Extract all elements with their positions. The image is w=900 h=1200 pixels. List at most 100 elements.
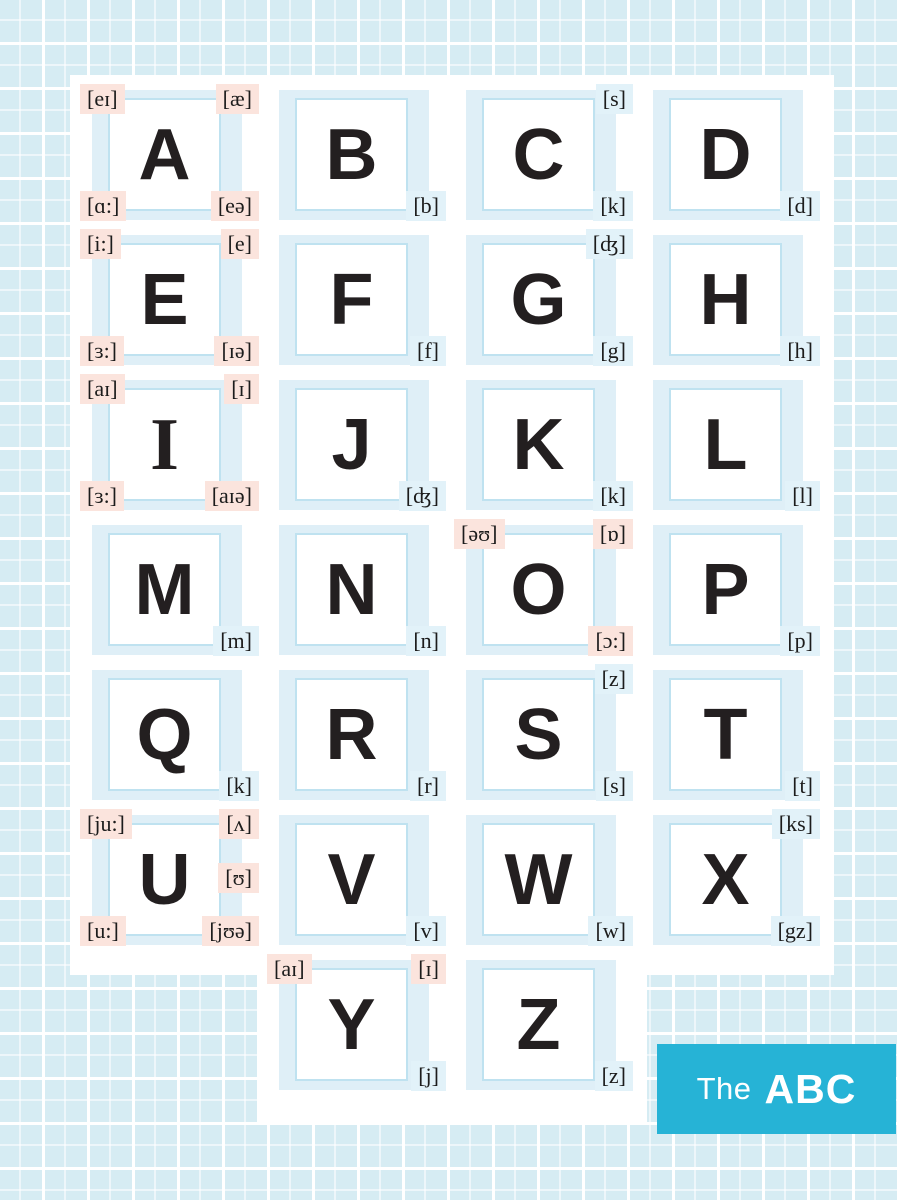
- letter-cell-w[interactable]: W [w]: [452, 807, 639, 952]
- letter-cell-y[interactable]: Y [aɪ] [ɪ] [j]: [265, 952, 452, 1097]
- phonetic-tag: [s]: [595, 770, 633, 801]
- letter-cell-g[interactable]: G [ʤ] [g]: [452, 227, 639, 372]
- phonetic-tag: [k]: [593, 190, 633, 221]
- letter-cell-o[interactable]: O [əʊ] [ɒ] [ɔ:]: [452, 517, 639, 662]
- letter-glyph: S: [514, 694, 563, 775]
- letter-cell-k[interactable]: K [k]: [452, 372, 639, 517]
- phonetic-tag: [w]: [588, 915, 633, 946]
- letter-glyph: K: [512, 404, 565, 485]
- phonetic-tag: [t]: [785, 770, 820, 801]
- letter-glyph: J: [331, 404, 372, 485]
- letter-cell-n[interactable]: N [n]: [265, 517, 452, 662]
- letter-glyph: O: [510, 549, 567, 630]
- phonetic-tag: [aɪ]: [80, 374, 125, 405]
- phonetic-tag: [r]: [410, 770, 446, 801]
- phonetic-tag: [z]: [594, 664, 633, 695]
- letter-cell-m[interactable]: M [m]: [78, 517, 265, 662]
- letter-glyph: T: [703, 694, 748, 775]
- letter-cell-x[interactable]: X [ks] [gz]: [639, 807, 826, 952]
- phonetic-tag: [j]: [411, 1060, 446, 1091]
- logo-word-abc: ABC: [764, 1065, 857, 1112]
- letter-glyph: L: [703, 404, 748, 485]
- phonetic-tag: [m]: [213, 625, 259, 656]
- letter-cell-l[interactable]: L [l]: [639, 372, 826, 517]
- phonetic-tag: [l]: [785, 480, 820, 511]
- phonetic-tag: [ɜ:]: [80, 335, 125, 366]
- letter-cell-a[interactable]: A [eɪ] [æ] [ɑ:] [eə]: [78, 82, 265, 227]
- letter-glyph: V: [327, 839, 376, 920]
- phonetic-tag: [ks]: [771, 809, 820, 840]
- letter-cell-z[interactable]: Z [z]: [452, 952, 639, 1097]
- phonetic-tag: [d]: [780, 190, 820, 221]
- letter-glyph: R: [325, 694, 378, 775]
- letter-cell-i[interactable]: I [aɪ] [ɪ] [ɜ:] [aɪə]: [78, 372, 265, 517]
- letter-glyph: E: [140, 259, 189, 340]
- letter-cell-h[interactable]: H [h]: [639, 227, 826, 372]
- alphabet-row: E [i:] [e] [ɜ:] [ɪə] F [f] G [ʤ] [g] H [h]: [78, 227, 826, 372]
- phonetic-tag: [ɪə]: [214, 335, 259, 366]
- letter-cell-c[interactable]: C [s] [k]: [452, 82, 639, 227]
- phonetic-tag: [p]: [780, 625, 820, 656]
- letter-cell-e[interactable]: E [i:] [e] [ɜ:] [ɪə]: [78, 227, 265, 372]
- alphabet-row: U [ju:] [ʌ] [ʊ] [u:] [jʊə] V [v] W [w] X [ks] [gz]: [78, 807, 826, 952]
- phonetic-tag: [aɪə]: [204, 480, 259, 511]
- letter-glyph: D: [699, 114, 752, 195]
- phonetic-tag: [aɪ]: [267, 954, 312, 985]
- phonetic-tag: [æ]: [215, 84, 259, 115]
- letter-glyph: F: [329, 259, 374, 340]
- phonetic-tag: [ɜ:]: [80, 480, 125, 511]
- phonetic-tag: [ju:]: [80, 809, 132, 840]
- phonetic-tag: [s]: [595, 84, 633, 115]
- phonetic-tag: [ɒ]: [592, 519, 633, 550]
- phonetic-tag: [k]: [593, 480, 633, 511]
- alphabet-row: Q [k] R [r] S [z] [s] T [t]: [78, 662, 826, 807]
- phonetic-tag: [ʌ]: [219, 809, 259, 840]
- letter-glyph: M: [134, 549, 195, 630]
- phonetic-tag: [g]: [593, 335, 633, 366]
- logo-word-the: The: [696, 1071, 752, 1106]
- letter-cell-b[interactable]: B [b]: [265, 82, 452, 227]
- letter-cell-p[interactable]: P [p]: [639, 517, 826, 662]
- alphabet-row: I [aɪ] [ɪ] [ɜ:] [aɪə] J [ʤ] K [k] L [l]: [78, 372, 826, 517]
- letter-cell-f[interactable]: F [f]: [265, 227, 452, 372]
- letter-cell-v[interactable]: V [v]: [265, 807, 452, 952]
- phonetic-tag: [gz]: [770, 915, 820, 946]
- letter-cell-r[interactable]: R [r]: [265, 662, 452, 807]
- phonetic-tag: [u:]: [80, 915, 126, 946]
- alphabet-grid: A [eɪ] [æ] [ɑ:] [eə] B [b] C [s] [k] D [d] E [i:] [e][…: [78, 82, 826, 1122]
- letter-glyph: Z: [516, 984, 561, 1065]
- phonetic-tag: [ɑ:]: [80, 190, 127, 221]
- phonetic-tag: [ɪ]: [411, 954, 446, 985]
- phonetic-tag: [k]: [219, 770, 259, 801]
- phonetic-tag: [ʤ]: [398, 480, 446, 511]
- letter-cell-q[interactable]: Q [k]: [78, 662, 265, 807]
- phonetic-tag: [z]: [594, 1060, 633, 1091]
- phonetic-tag: [ʤ]: [585, 229, 633, 260]
- letter-cell-d[interactable]: D [d]: [639, 82, 826, 227]
- letter-cell-s[interactable]: S [z] [s]: [452, 662, 639, 807]
- phonetic-tag: [n]: [406, 625, 446, 656]
- letter-glyph: Q: [136, 694, 193, 775]
- letter-glyph: C: [512, 114, 565, 195]
- alphabet-row: M [m] N [n] O [əʊ] [ɒ] [ɔ:] P [p]: [78, 517, 826, 662]
- letter-cell-u[interactable]: U [ju:] [ʌ] [ʊ] [u:] [jʊə]: [78, 807, 265, 952]
- letter-glyph: N: [325, 549, 378, 630]
- phonetic-tag: [f]: [410, 335, 446, 366]
- alphabet-row: A [eɪ] [æ] [ɑ:] [eə] B [b] C [s] [k] D [d]: [78, 82, 826, 227]
- letter-glyph: X: [701, 839, 750, 920]
- phonetic-tag: [v]: [406, 915, 446, 946]
- letter-glyph: Y: [327, 984, 376, 1065]
- phonetic-tag: [h]: [780, 335, 820, 366]
- letter-cell-j[interactable]: J [ʤ]: [265, 372, 452, 517]
- phonetic-tag: [eə]: [210, 190, 259, 221]
- letter-glyph: H: [699, 259, 752, 340]
- letter-glyph: G: [510, 259, 567, 340]
- phonetic-tag: [i:]: [80, 229, 121, 260]
- letter-cell-t[interactable]: T [t]: [639, 662, 826, 807]
- phonetic-tag: [ɔ:]: [588, 625, 633, 656]
- phonetic-tag: [ʊ]: [218, 863, 259, 894]
- phonetic-tag: [b]: [406, 190, 446, 221]
- phonetic-tag: [e]: [220, 229, 259, 260]
- phonetic-tag: [əʊ]: [454, 519, 505, 550]
- phonetic-tag: [jʊə]: [202, 915, 259, 946]
